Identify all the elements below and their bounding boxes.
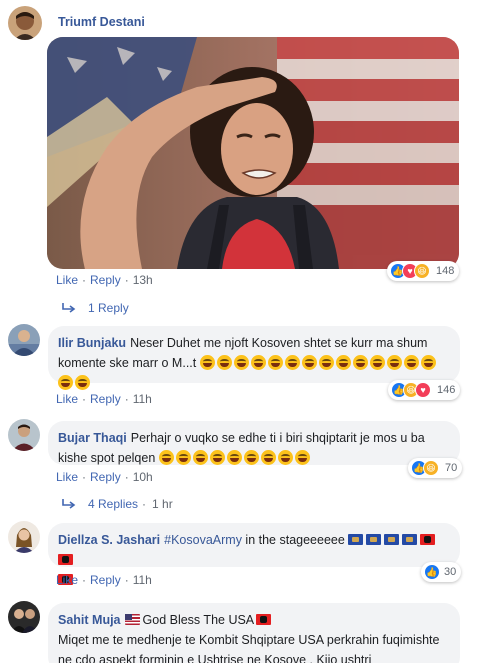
kosovo-flag-icon [366, 534, 382, 545]
comment-gif-image[interactable] [47, 37, 459, 269]
comment-actions: Like · Reply · 11h [56, 392, 152, 406]
comment-author[interactable]: Diellza S. Jashari [58, 533, 160, 547]
laughing-emoji-icon [209, 450, 225, 465]
albania-flag-icon [420, 534, 436, 545]
haha-reaction-icon: 😆 [414, 263, 430, 279]
reply-link[interactable]: Reply [90, 273, 121, 287]
laughing-emoji-icon [226, 450, 242, 465]
reaction-count: 146 [437, 384, 456, 396]
comment-actions: Like · Reply · 10h [56, 470, 153, 484]
hashtag-link[interactable]: #KosovaArmy [164, 533, 242, 547]
laughing-emoji-icon [199, 355, 215, 370]
laughing-emoji-icon [335, 355, 351, 370]
reaction-summary[interactable]: 👍 ♥ 😆 148 [387, 261, 460, 281]
avatar-ilir-bunjaku[interactable] [8, 324, 40, 356]
laughing-emoji-icon [403, 355, 419, 370]
comment-author[interactable]: Triumf Destani [58, 15, 145, 29]
kosovo-flag-icon [384, 534, 400, 545]
reply-link[interactable]: Reply [90, 573, 121, 587]
like-link[interactable]: Like [56, 470, 78, 484]
avatar-image [8, 601, 40, 633]
reaction-summary[interactable]: 👍 😆 ♥ 146 [388, 380, 461, 400]
laughing-emoji-icon [175, 450, 191, 465]
avatar-sahit-muja[interactable] [8, 601, 40, 633]
comment-time[interactable]: 11h [133, 392, 152, 406]
like-link[interactable]: Like [56, 392, 78, 406]
haha-reaction-icon: 😆 [423, 460, 439, 476]
comment-text: in the stageeeeee [241, 533, 345, 547]
laughing-emoji-icon [243, 450, 259, 465]
avatar-triumf-destani[interactable] [8, 6, 42, 40]
like-link[interactable]: Like [56, 573, 78, 587]
comment-time[interactable]: 13h [133, 273, 153, 287]
laughing-emoji-icon [233, 355, 249, 370]
reaction-count: 30 [444, 566, 457, 578]
reply-link[interactable]: Reply [90, 392, 121, 406]
avatar-image [8, 521, 40, 553]
comment-time[interactable]: 10h [133, 470, 153, 484]
avatar-image [8, 6, 42, 40]
laughing-emoji-icon [352, 355, 368, 370]
laughing-emoji-icon [75, 375, 90, 390]
laughing-emoji-icon [294, 450, 310, 465]
reaction-summary[interactable]: 👍 30 [421, 562, 462, 582]
comment-actions: Like · Reply · 11h [56, 573, 152, 587]
laughing-emoji-icon [386, 355, 402, 370]
comment-bubble: Sahit Muja God Bless The USA Miqet me te … [48, 603, 460, 663]
laughing-emoji-icon [284, 355, 300, 370]
comment-bubble: Ilir Bunjaku Neser Duhet me njoft Kosoven… [48, 326, 460, 390]
us-flag-icon [124, 614, 140, 625]
reaction-summary[interactable]: 👍 😆 70 [408, 458, 463, 478]
albania-flag-icon [256, 614, 272, 625]
laughing-emoji-group [158, 450, 312, 465]
laughing-emoji-icon [277, 450, 293, 465]
laughing-emoji-icon [260, 450, 276, 465]
reaction-count: 70 [445, 462, 458, 474]
like-reaction-icon: 👍 [424, 564, 440, 580]
saluting-woman-flag-gif [47, 37, 459, 269]
comment-author[interactable]: Ilir Bunjaku [58, 336, 126, 350]
laughing-emoji-icon [216, 355, 232, 370]
like-link[interactable]: Like [56, 273, 78, 287]
reaction-count: 148 [436, 265, 455, 277]
comment-text: Miqet me te medhenje te Kombit Shqiptare… [58, 633, 440, 663]
comment-heading: God Bless The USA [142, 613, 255, 627]
avatar-image [8, 419, 40, 451]
kosovo-flag-icon [348, 534, 364, 545]
laughing-emoji-icon [301, 355, 317, 370]
avatar-diellza-jashari[interactable] [8, 521, 40, 553]
avatar-image [8, 324, 40, 356]
comment-bubble: Bujar Thaqi Perhajr o vuqko se edhe ti i … [48, 421, 460, 465]
reply-arrow-icon [62, 499, 76, 509]
replies-count[interactable]: 1 Reply [88, 301, 129, 315]
laughing-emoji-icon [420, 355, 436, 370]
laughing-emoji-icon [369, 355, 385, 370]
comment-actions: Like · Reply · 13h [56, 273, 153, 287]
laughing-emoji-icon [58, 375, 73, 390]
reply-link[interactable]: Reply [90, 470, 121, 484]
albania-flag-icon [58, 554, 73, 565]
comment-author[interactable]: Bujar Thaqi [58, 431, 127, 445]
view-replies-link[interactable]: 1 Reply [62, 301, 129, 315]
laughing-emoji-icon [267, 355, 283, 370]
view-replies-link[interactable]: 4 Replies · 1 hr [62, 497, 173, 511]
kosovo-flag-icon [402, 534, 418, 545]
replies-count[interactable]: 4 Replies [88, 497, 138, 511]
love-reaction-icon: ♥ [415, 382, 431, 398]
laughing-emoji-icon [192, 450, 208, 465]
comment-author[interactable]: Sahit Muja [58, 613, 121, 627]
comment-time[interactable]: 11h [133, 573, 152, 587]
laughing-emoji-icon [158, 450, 174, 465]
laughing-emoji-icon [318, 355, 334, 370]
laughing-emoji-icon [250, 355, 266, 370]
replies-time[interactable]: 1 hr [152, 497, 173, 511]
reply-arrow-icon [62, 303, 76, 313]
comment-bubble: Diellza S. Jashari #KosovaArmy in the sta… [48, 523, 460, 585]
avatar-bujar-thaqi[interactable] [8, 419, 40, 451]
